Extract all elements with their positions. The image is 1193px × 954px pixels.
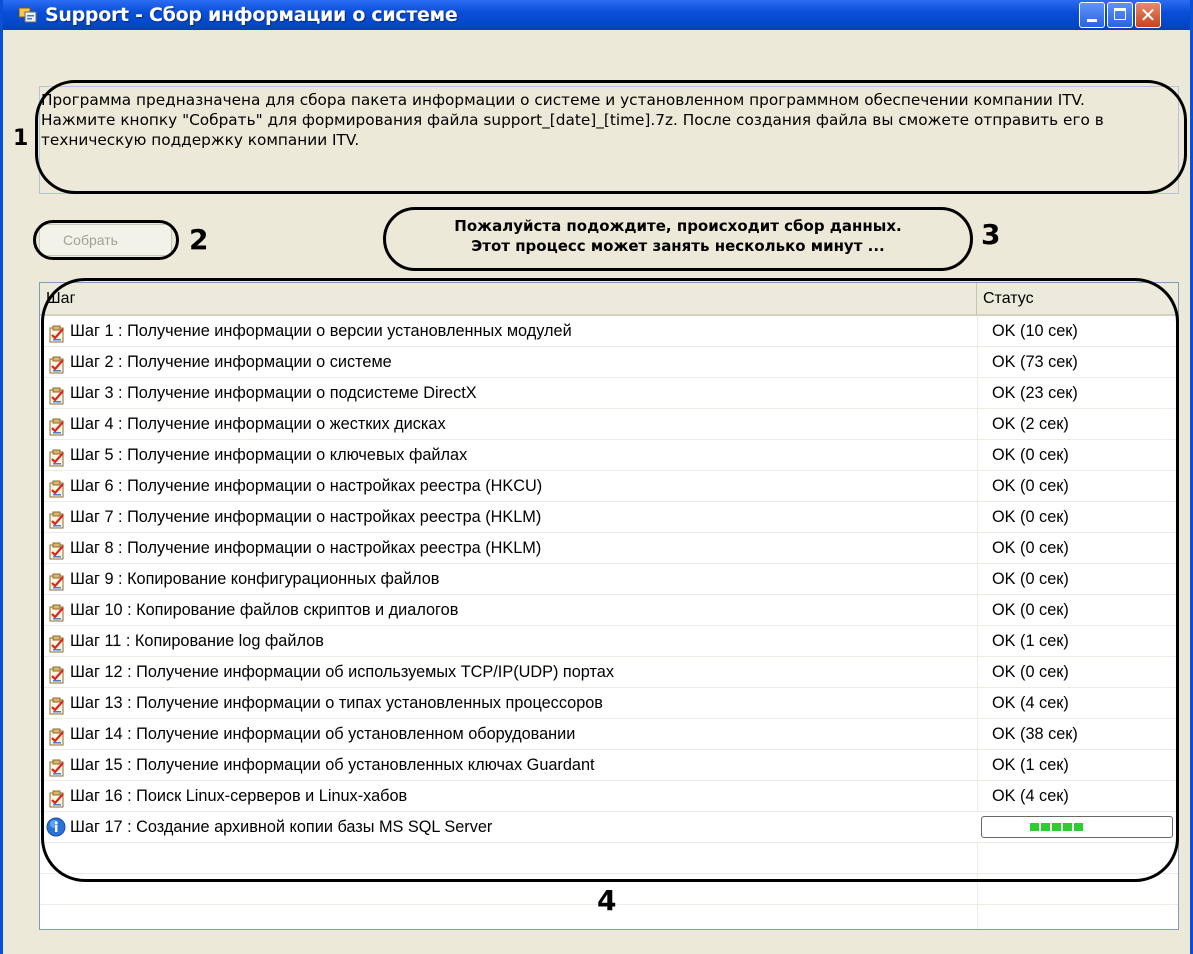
support-window: Support - Сбор информации о системе ✕ Пр… bbox=[0, 0, 1193, 954]
minimize-button[interactable] bbox=[1079, 2, 1105, 28]
app-icon bbox=[19, 7, 37, 23]
annotation-oval-3 bbox=[383, 207, 973, 271]
annotation-number-2: 2 bbox=[189, 223, 209, 256]
minimize-icon bbox=[1087, 19, 1097, 22]
annotation-number-1: 1 bbox=[13, 126, 29, 151]
title-bar[interactable]: Support - Сбор информации о системе ✕ bbox=[3, 0, 1190, 30]
annotation-number-3: 3 bbox=[981, 218, 1001, 251]
annotation-oval-2 bbox=[33, 220, 179, 260]
maximize-button[interactable] bbox=[1107, 2, 1133, 28]
annotation-oval-1 bbox=[35, 80, 1187, 194]
window-title: Support - Сбор информации о системе bbox=[45, 4, 458, 26]
close-button[interactable]: ✕ bbox=[1135, 2, 1161, 28]
annotation-oval-4 bbox=[41, 278, 1179, 882]
annotation-number-4: 4 bbox=[597, 884, 617, 917]
maximize-icon bbox=[1114, 8, 1126, 20]
close-icon: ✕ bbox=[1139, 3, 1157, 27]
